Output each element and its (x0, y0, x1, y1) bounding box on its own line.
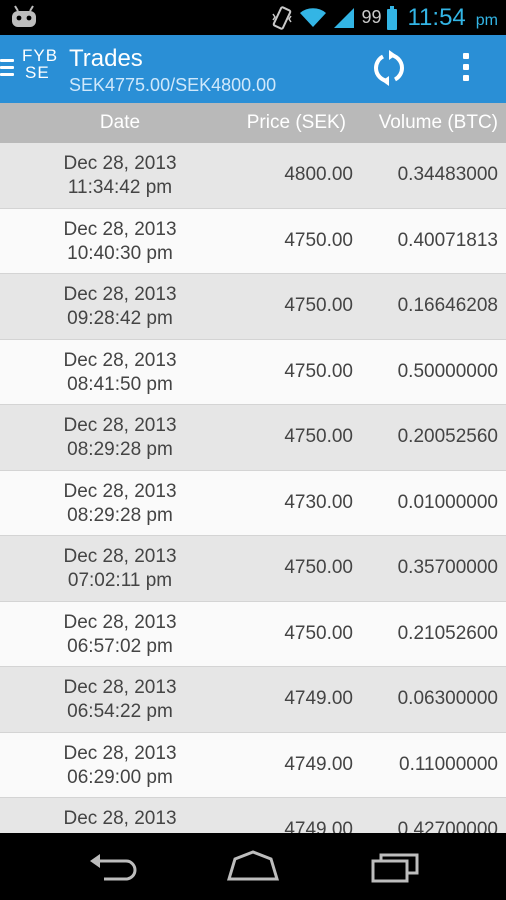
trade-datetime: Dec 28, 2013 06:29:00 pm (0, 742, 240, 790)
table-row[interactable]: Dec 28, 2013 11:34:42 pm 4800.00 0.34483… (0, 143, 506, 209)
trade-time: 06:29:00 pm (67, 766, 173, 788)
home-icon[interactable] (225, 849, 281, 885)
overflow-menu-icon[interactable] (455, 53, 477, 85)
trade-price: 4750.00 (284, 360, 353, 382)
trade-datetime: Dec 28, 2013 09:28:42 pm (0, 283, 240, 331)
logo-line-1: FYB (22, 46, 59, 65)
table-header: Date Price (SEK) Volume (BTC) (0, 103, 506, 143)
trade-datetime: Dec 28, 2013 08:29:28 pm (0, 480, 240, 528)
trade-date: Dec 28, 2013 (63, 611, 177, 633)
trade-volume: 0.35700000 (397, 557, 498, 578)
column-header-price[interactable]: Price (SEK) (247, 112, 346, 134)
trade-volume: 0.42700000 (397, 819, 498, 833)
trade-price: 4750.00 (284, 622, 353, 644)
trade-date: Dec 28, 2013 (63, 742, 177, 764)
trade-price: 4750.00 (284, 295, 353, 316)
table-row[interactable]: Dec 28, 2013 06:29:00 pm 4749.00 0.11000… (0, 732, 506, 798)
trade-datetime: Dec 28, 2013 07:02:11 pm (0, 545, 240, 593)
trade-time: 09:28:42 pm (67, 308, 173, 329)
trade-time: 08:41:50 pm (67, 373, 173, 395)
trade-date: Dec 28, 2013 (63, 677, 177, 698)
app-logo[interactable]: FYB SE (22, 47, 62, 81)
trade-price: 4749.00 (284, 688, 353, 709)
table-row[interactable]: Dec 28, 2013 08:29:28 pm 4730.00 0.01000… (0, 470, 506, 536)
table-row[interactable]: Dec 28, 2013 08:29:28 pm 4750.00 0.20052… (0, 405, 506, 471)
trade-price: 4750.00 (284, 426, 353, 447)
nav-drawer-icon[interactable] (0, 59, 14, 77)
trade-datetime: Dec 28, 2013 11:34:42 pm (0, 152, 240, 200)
table-row[interactable]: Dec 28, 2013 4749.00 0.42700000 (0, 798, 506, 833)
table-row[interactable]: Dec 28, 2013 10:40:30 pm 4750.00 0.40071… (0, 208, 506, 274)
column-header-volume[interactable]: Volume (BTC) (379, 112, 498, 134)
system-nav-bar (0, 833, 506, 900)
trade-time: 10:40:30 pm (67, 242, 173, 264)
trade-date: Dec 28, 2013 (63, 808, 177, 829)
cyanogenmod-android-icon (12, 5, 36, 27)
trade-price: 4750.00 (284, 557, 353, 578)
clock-ampm: pm (475, 11, 498, 29)
page-subtitle: SEK4775.00/SEK4800.00 (69, 75, 277, 95)
trade-price: 4800.00 (284, 164, 353, 185)
trade-volume: 0.21052600 (397, 622, 498, 644)
trade-date: Dec 28, 2013 (63, 349, 177, 371)
trade-volume: 0.11000000 (399, 753, 498, 775)
table-row[interactable]: Dec 28, 2013 06:57:02 pm 4750.00 0.21052… (0, 601, 506, 667)
trade-date: Dec 28, 2013 (63, 218, 177, 240)
table-row[interactable]: Dec 28, 2013 09:28:42 pm 4750.00 0.16646… (0, 274, 506, 340)
trade-date: Dec 28, 2013 (63, 546, 177, 567)
recent-apps-icon[interactable] (367, 849, 423, 885)
trade-volume: 0.40071813 (397, 229, 498, 251)
trade-price: 4730.00 (284, 491, 353, 513)
trade-price: 4750.00 (284, 229, 353, 251)
trade-datetime: Dec 28, 2013 08:41:50 pm (0, 349, 240, 397)
trade-time: 08:29:28 pm (67, 439, 173, 460)
back-icon[interactable] (86, 849, 142, 885)
trade-time: 06:54:22 pm (67, 701, 173, 722)
trade-date: Dec 28, 2013 (63, 284, 177, 305)
trade-date: Dec 28, 2013 (63, 153, 177, 174)
trade-time: 07:02:11 pm (67, 570, 173, 591)
trade-time: 11:34:42 pm (67, 177, 173, 198)
trade-volume: 0.34483000 (397, 164, 498, 185)
battery-level: 99 (361, 7, 382, 27)
refresh-icon[interactable] (370, 49, 408, 87)
action-bar: FYB SE Trades SEK4775.00/SEK4800.00 (0, 35, 506, 103)
table-row[interactable]: Dec 28, 2013 07:02:11 pm 4750.00 0.35700… (0, 536, 506, 602)
wifi-icon (300, 7, 327, 27)
trades-list[interactable]: Dec 28, 2013 11:34:42 pm 4800.00 0.34483… (0, 143, 506, 833)
battery-icon (387, 5, 398, 30)
clock-time: 11:54 (407, 3, 466, 31)
trade-price: 4749.00 (284, 819, 353, 833)
vibrate-icon (272, 5, 293, 30)
trade-datetime: Dec 28, 2013 06:57:02 pm (0, 611, 240, 659)
trade-datetime: Dec 28, 2013 06:54:22 pm (0, 676, 240, 724)
trade-volume: 0.50000000 (397, 360, 498, 382)
status-bar: 99 11:54 pm (0, 0, 506, 35)
signal-icon (334, 7, 355, 28)
trade-datetime: Dec 28, 2013 08:29:28 pm (0, 414, 240, 462)
trade-datetime: Dec 28, 2013 10:40:30 pm (0, 218, 240, 266)
column-header-date[interactable]: Date (0, 112, 240, 134)
trade-time: 06:57:02 pm (67, 635, 173, 657)
trade-date: Dec 28, 2013 (63, 480, 177, 502)
trade-price: 4749.00 (284, 753, 353, 775)
page-title: Trades (69, 45, 143, 72)
trade-volume: 0.06300000 (397, 688, 498, 709)
trade-volume: 0.16646208 (397, 295, 498, 316)
trade-volume: 0.20052560 (397, 426, 498, 447)
trade-volume: 0.01000000 (397, 491, 498, 513)
table-row[interactable]: Dec 28, 2013 06:54:22 pm 4749.00 0.06300… (0, 667, 506, 733)
trade-datetime: Dec 28, 2013 (0, 807, 240, 831)
trade-time: 08:29:28 pm (67, 504, 173, 526)
status-bar-right: 99 11:54 pm (271, 0, 498, 35)
table-row[interactable]: Dec 28, 2013 08:41:50 pm 4750.00 0.50000… (0, 339, 506, 405)
trade-date: Dec 28, 2013 (63, 415, 177, 436)
logo-line-2: SE (25, 63, 50, 82)
